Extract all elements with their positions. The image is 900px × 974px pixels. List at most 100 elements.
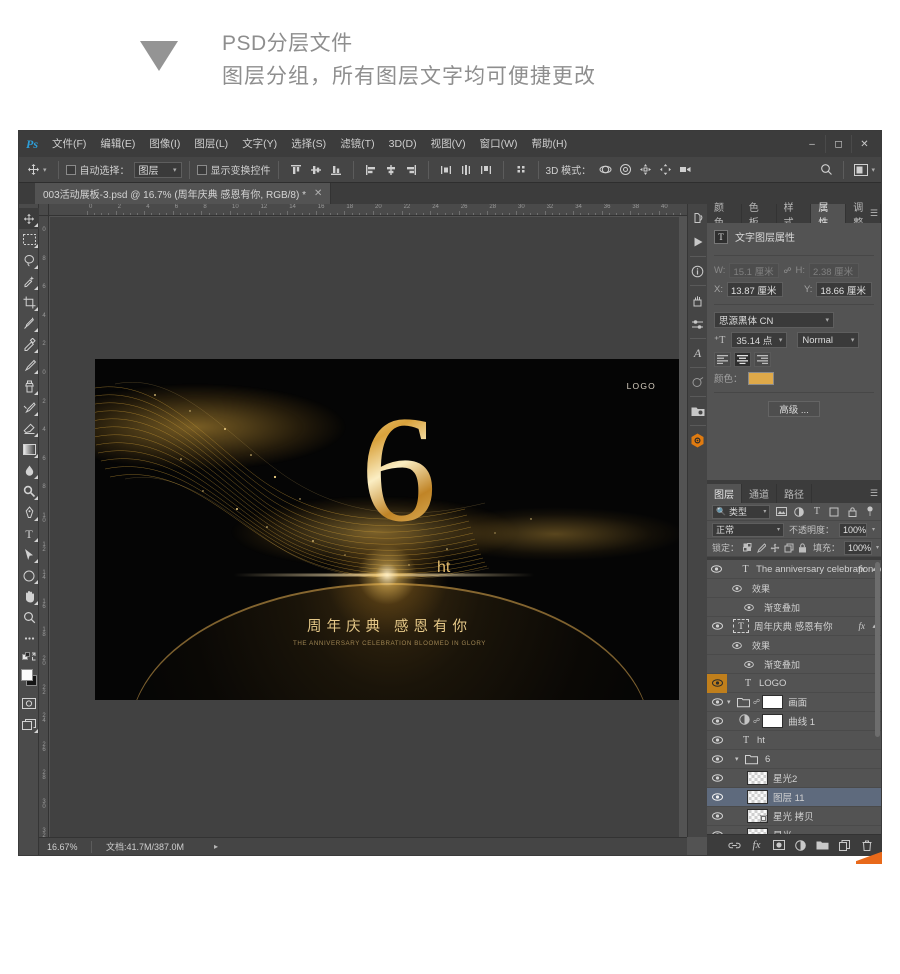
layer-visibility-icon[interactable]	[707, 774, 727, 782]
menu-filter[interactable]: 滤镜(T)	[333, 131, 381, 157]
scrollbar-thumb[interactable]	[875, 562, 880, 737]
substance-icon[interactable]	[688, 428, 708, 452]
gradient-tool[interactable]	[19, 439, 39, 460]
menu-file[interactable]: 文件(F)	[45, 131, 93, 157]
artboard[interactable]: 6 ht LOGO 周年庆典 感恩有你 THE ANNIVERSARY CELE…	[95, 359, 679, 700]
layer-name[interactable]: 画面	[788, 695, 807, 709]
zoom-tool[interactable]	[19, 607, 39, 628]
move-tool[interactable]	[19, 208, 39, 229]
tools-preset-icon[interactable]	[688, 288, 708, 312]
logo-placeholder-text[interactable]: LOGO	[627, 381, 656, 391]
menu-view[interactable]: 视图(V)	[424, 131, 473, 157]
align-text-center-icon[interactable]	[734, 352, 751, 367]
align-vertical-centers-icon[interactable]	[306, 160, 326, 180]
zoom-level[interactable]: 16.67%	[39, 842, 91, 852]
panel-menu-icon[interactable]: ☰	[870, 488, 878, 499]
layer-row[interactable]: ☍ 曲线 1	[707, 712, 881, 731]
tab-layers[interactable]: 图层	[707, 484, 742, 503]
rectangular-marquee-tool[interactable]	[19, 229, 39, 250]
layer-row[interactable]: 渐变叠加	[707, 598, 881, 617]
english-subtitle-text[interactable]: THE ANNIVERSARY CELEBRATION BLOOMED IN G…	[95, 640, 679, 647]
hand-tool[interactable]	[19, 586, 39, 607]
glyphs-icon[interactable]: A	[688, 341, 708, 365]
group-mask-thumbnail[interactable]	[762, 695, 784, 709]
effects-visibility-icon[interactable]	[727, 584, 747, 592]
distribute-top-icon[interactable]	[436, 160, 456, 180]
delete-layer-icon[interactable]	[860, 839, 873, 852]
more-options-icon[interactable]	[511, 160, 531, 180]
layer-effects-icon[interactable]: fx	[859, 621, 866, 631]
edit-toolbar-tool[interactable]	[19, 628, 39, 649]
opacity-value[interactable]: 100%	[839, 522, 868, 537]
adjustments-icon[interactable]	[688, 312, 708, 336]
layer-visibility-icon[interactable]	[707, 736, 727, 744]
layer-row[interactable]: T 周年庆典 感恩有你 fx ▴	[707, 617, 881, 636]
pen-tool[interactable]	[19, 502, 39, 523]
link-layers-icon[interactable]	[728, 839, 741, 852]
tab-styles[interactable]: 样式	[777, 203, 812, 229]
orbit-3d-icon[interactable]	[595, 160, 615, 180]
layer-row[interactable]: T ht	[707, 731, 881, 750]
align-text-right-icon[interactable]	[754, 352, 771, 367]
clone-stamp-tool[interactable]	[19, 376, 39, 397]
link-mask-icon[interactable]: ☍	[753, 717, 760, 725]
history-states-icon[interactable]	[688, 206, 708, 230]
actions-play-icon[interactable]	[688, 230, 708, 254]
ellipse-tool[interactable]	[19, 565, 39, 586]
layer-name[interactable]: 星光 拷贝	[773, 809, 814, 823]
layer-name[interactable]: 曲线 1	[788, 714, 815, 728]
tab-channels[interactable]: 通道	[742, 484, 777, 503]
new-layer-icon[interactable]	[838, 839, 851, 852]
quick-selection-tool[interactable]	[19, 271, 39, 292]
lock-transparent-pixels-icon[interactable]	[743, 541, 752, 554]
advanced-button[interactable]: 高级 ...	[768, 401, 820, 417]
chevron-down-icon[interactable]: ▾	[727, 698, 737, 706]
layer-row[interactable]: 渐变叠加	[707, 655, 881, 674]
auto-select-dropdown[interactable]: 图层 ▾	[133, 161, 182, 178]
layer-visibility-icon[interactable]	[707, 717, 727, 725]
effect-visibility-icon[interactable]	[739, 660, 759, 668]
layer-visibility-icon[interactable]	[707, 622, 727, 630]
adjustment-mask-thumbnail[interactable]	[762, 714, 784, 728]
workspace-switcher-icon[interactable]	[851, 160, 871, 180]
close-icon[interactable]: ✕	[314, 188, 322, 199]
search-icon[interactable]	[816, 160, 836, 180]
tab-color[interactable]: 颜色	[707, 203, 742, 229]
width-field[interactable]: 15.1 厘米	[729, 263, 780, 278]
font-size-dropdown[interactable]: 35.14 点 ▾	[731, 332, 788, 348]
chinese-title-text[interactable]: 周年庆典 感恩有你	[95, 615, 679, 636]
filter-power-icon[interactable]	[863, 505, 876, 518]
layer-name[interactable]: ht	[757, 735, 765, 746]
brush-tool[interactable]	[19, 355, 39, 376]
distribute-vcenter-icon[interactable]	[456, 160, 476, 180]
type-filter-icon[interactable]: T	[811, 505, 824, 518]
tab-properties[interactable]: 属性	[811, 203, 847, 229]
layer-thumbnail[interactable]	[747, 790, 768, 804]
minimize-icon[interactable]: –	[799, 135, 825, 153]
layer-row[interactable]: 星光	[707, 826, 881, 834]
move-tool-caret-icon[interactable]: ▾	[43, 166, 47, 174]
layer-visibility-icon[interactable]	[707, 565, 726, 573]
chevron-right-icon[interactable]: ▸	[214, 842, 218, 851]
spot-healing-brush-tool[interactable]	[19, 334, 39, 355]
lock-position-icon[interactable]	[770, 541, 780, 554]
layer-list-scrollbar[interactable]	[875, 560, 880, 834]
foreground-background-color-swatches[interactable]	[19, 667, 39, 689]
eyedropper-tool[interactable]	[19, 313, 39, 334]
path-selection-tool[interactable]	[19, 544, 39, 565]
link-dimensions-icon[interactable]: ☍	[783, 266, 791, 275]
lock-image-pixels-icon[interactable]	[756, 541, 767, 554]
layer-filter-dropdown[interactable]: 🔍 类型 ▾	[712, 504, 771, 519]
lock-artboard-icon[interactable]	[784, 541, 794, 554]
layer-visibility-icon[interactable]	[707, 793, 727, 801]
link-mask-icon[interactable]: ☍	[753, 698, 760, 706]
layer-name[interactable]: 星光2	[773, 771, 797, 785]
layer-row[interactable]: 图层 11	[707, 788, 881, 807]
horizontal-type-tool[interactable]: T	[19, 523, 39, 544]
history-brush-tool[interactable]	[19, 397, 39, 418]
auto-select-checkbox[interactable]	[65, 164, 76, 175]
eraser-tool[interactable]	[19, 418, 39, 439]
opacity-caret-icon[interactable]: ▾	[872, 526, 875, 533]
lock-all-icon[interactable]	[798, 541, 807, 554]
layer-name[interactable]: 6	[765, 754, 770, 765]
